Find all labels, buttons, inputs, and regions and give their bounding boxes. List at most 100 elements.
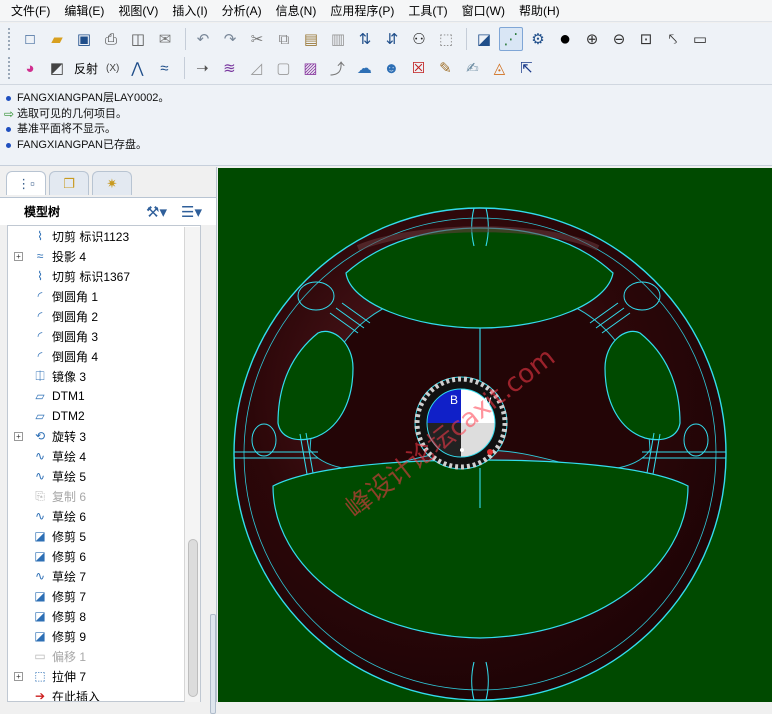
trajectory-icon[interactable]: ⤴ <box>325 56 349 80</box>
save-icon[interactable]: ▣ <box>72 27 96 51</box>
zoom-in-icon[interactable]: ⊕ <box>580 27 604 51</box>
redo-icon[interactable]: ↷ <box>218 27 242 51</box>
menu-item-0[interactable]: 文件(F) <box>4 0 57 22</box>
print-icon[interactable]: ⎙ <box>99 27 123 51</box>
menu-item-6[interactable]: 应用程序(P) <box>323 0 401 22</box>
undo-icon[interactable]: ↶ <box>191 27 215 51</box>
paste-special-icon[interactable]: ▥ <box>326 27 350 51</box>
point-display-icon[interactable]: ⋰ <box>499 27 523 51</box>
context-help-icon[interactable]: ⇱ <box>514 56 538 80</box>
tree-node[interactable]: ◪ 修剪 6 <box>8 546 200 566</box>
tree-node[interactable]: ▱ DTM2 <box>8 406 200 426</box>
trim-icon: ◪ <box>34 529 46 543</box>
tree-node[interactable]: ∿ 草绘 6 <box>8 506 200 526</box>
favorites-tab-icon[interactable]: ✷ <box>92 171 132 195</box>
tree-columns-icon[interactable]: ☰▾ <box>181 203 202 221</box>
reflection-analysis-icon[interactable]: ◩ <box>45 56 69 80</box>
tree-node[interactable]: ▭ 偏移 1 <box>8 646 200 666</box>
model-tree-scrollbar[interactable] <box>184 227 200 702</box>
insert-here-marker[interactable]: ➔ 在此插入 <box>8 686 200 701</box>
tree-node[interactable]: + ≈ 投影 4 <box>8 246 200 266</box>
display-style-icon[interactable]: ● <box>553 27 577 51</box>
toolbar-grip[interactable] <box>8 57 12 79</box>
tree-node[interactable]: ◪ 修剪 9 <box>8 626 200 646</box>
annotation-icon[interactable]: ✎ <box>433 56 457 80</box>
refit-icon[interactable]: ⊡ <box>634 27 658 51</box>
menu-item-4[interactable]: 分析(A) <box>215 0 269 22</box>
menu-item-5[interactable]: 信息(N) <box>269 0 324 22</box>
tree-node[interactable]: ▱ DTM1 <box>8 386 200 406</box>
message-area: FANGXIANGPAN层LAY0002。 ⇨ 选取可见的几何项目。 基准平面将不显示… <box>0 84 772 166</box>
tree-node[interactable]: ◜ 倒圆角 3 <box>8 326 200 346</box>
tree-node[interactable]: ◪ 修剪 5 <box>8 526 200 546</box>
tree-node[interactable]: + ⟲ 旋转 3 <box>8 426 200 446</box>
tree-node[interactable]: ⌇ 切剪 标识1367 <box>8 266 200 286</box>
menu-item-1[interactable]: 编辑(E) <box>57 0 111 22</box>
tree-node[interactable]: ◪ 修剪 8 <box>8 606 200 626</box>
tree-node[interactable]: ⌇ 切剪 标识1123 <box>8 226 200 246</box>
tree-node[interactable]: ∿ 草绘 4 <box>8 446 200 466</box>
tree-node[interactable]: ◜ 倒圆角 4 <box>8 346 200 366</box>
regenerate-icon[interactable]: ⇅ <box>353 27 377 51</box>
tree-node[interactable]: ∿ 草绘 5 <box>8 466 200 486</box>
tree-node[interactable]: ◜ 倒圆角 1 <box>8 286 200 306</box>
tree-node-label: 草绘 6 <box>52 509 87 524</box>
delete-box-icon[interactable]: ☒ <box>406 56 430 80</box>
curve-analysis-icon[interactable]: ⋀ <box>125 56 149 80</box>
global-interference-icon[interactable]: ☁ <box>352 56 376 80</box>
menu-item-7[interactable]: 工具(T) <box>401 0 454 22</box>
folder-browser-tab-icon[interactable]: ❐ <box>49 171 89 195</box>
toolbar-grip[interactable] <box>8 28 12 50</box>
select-box-icon[interactable]: ⬚ <box>434 27 458 51</box>
expand-icon[interactable]: + <box>14 431 23 441</box>
plane-icon[interactable]: ▢ <box>271 56 295 80</box>
menu-item-9[interactable]: 帮助(H) <box>512 0 567 22</box>
cut-icon[interactable]: ✂ <box>245 27 269 51</box>
scrollbar-thumb[interactable] <box>188 539 198 697</box>
send-mail-icon[interactable]: ✉ <box>153 27 177 51</box>
surface-analysis-icon[interactable]: ◿ <box>244 56 268 80</box>
round-icon: ◜ <box>37 329 43 343</box>
menu-item-3[interactable]: 插入(I) <box>165 0 214 22</box>
model-tree-tab-icon[interactable]: ⋮▫ <box>6 171 46 195</box>
menu-item-8[interactable]: 窗口(W) <box>455 0 512 22</box>
tree-node[interactable]: ◪ 修剪 7 <box>8 586 200 606</box>
print-preview-icon[interactable]: ◫ <box>126 27 150 51</box>
tree-node[interactable]: + ⬚ 拉伸 7 <box>8 666 200 686</box>
hatch-plane-icon[interactable]: ▨ <box>298 56 322 80</box>
insert-arrow-icon[interactable]: ➝ <box>190 56 214 80</box>
steering-wheel-model[interactable]: B M W 峰设计论坛caxit.com <box>218 168 772 702</box>
zoom-out-icon[interactable]: ⊖ <box>607 27 631 51</box>
graphics-viewport[interactable]: B M W 峰设计论坛caxit.com <box>218 168 772 702</box>
menu-item-2[interactable]: 视图(V) <box>111 0 165 22</box>
tree-node[interactable]: ⎘ 复制 6 <box>8 486 200 506</box>
regenerate-manager-icon[interactable]: ⇵ <box>380 27 404 51</box>
reflection-label[interactable]: 反射 <box>74 60 98 77</box>
appearance-icon[interactable]: ◕ <box>18 56 42 80</box>
spin-center-icon[interactable]: ⚙ <box>526 27 550 51</box>
tree-settings-icon[interactable]: ⚒▾ <box>146 203 167 221</box>
find-icon[interactable]: ⚇ <box>407 27 431 51</box>
reorient-icon[interactable]: ⤣ <box>661 27 685 51</box>
new-file-icon[interactable]: □ <box>18 27 42 51</box>
curvature-icon[interactable]: ≈ <box>152 56 176 80</box>
tree-node[interactable]: ◜ 倒圆角 2 <box>8 306 200 326</box>
paste-icon[interactable]: ▤ <box>299 27 323 51</box>
user-info-icon[interactable]: ☻ <box>379 56 403 80</box>
tree-node[interactable]: ∿ 草绘 7 <box>8 566 200 586</box>
copy-icon[interactable]: ⧉ <box>272 27 296 51</box>
graph-icon[interactable]: ◬ <box>487 56 511 80</box>
tree-node-label: 草绘 7 <box>52 569 87 584</box>
open-folder-icon[interactable]: ▰ <box>45 27 69 51</box>
surface-flow-icon[interactable]: ≋ <box>217 56 241 80</box>
tree-node[interactable]: ⎅ 镜像 3 <box>8 366 200 386</box>
pane-splitter-handle[interactable] <box>210 614 216 714</box>
datum-display-icon[interactable]: ◪ <box>472 27 496 51</box>
tree-node-label: 拉伸 7 <box>52 669 87 684</box>
expand-icon[interactable]: + <box>14 671 23 681</box>
projection-icon: ≈ <box>36 249 44 263</box>
expand-icon[interactable]: + <box>14 251 23 261</box>
revolve-icon: ⟲ <box>34 429 46 443</box>
saved-views-icon[interactable]: ▭ <box>688 27 712 51</box>
notes-icon[interactable]: ✍ <box>460 56 484 80</box>
